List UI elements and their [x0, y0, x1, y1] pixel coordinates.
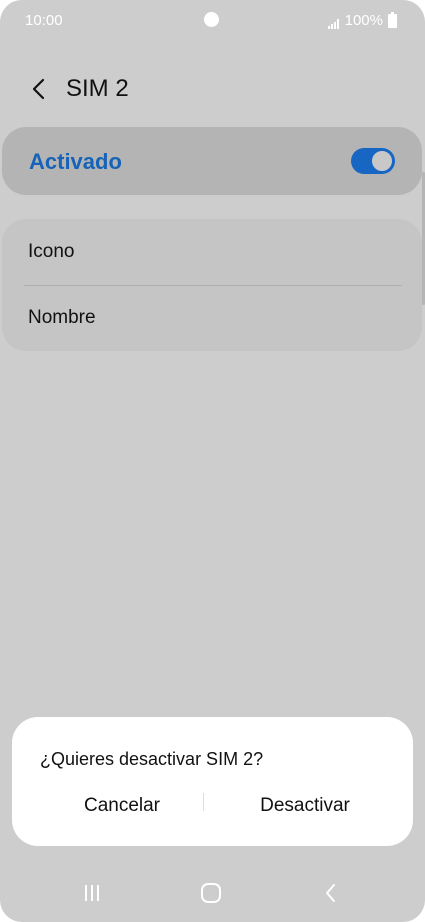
nav-back-button[interactable] — [311, 878, 351, 908]
screen: 10:00 100% SIM 2 Activado Icono Nombre ¿… — [0, 0, 425, 922]
activated-label: Activado — [29, 149, 122, 174]
status-bar: 10:00 100% — [0, 0, 425, 40]
settings-list: Icono Nombre — [2, 219, 422, 351]
chevron-left-icon — [32, 78, 45, 100]
list-item-label: Nombre — [28, 307, 96, 328]
back-button[interactable] — [22, 72, 56, 106]
page-title: SIM 2 — [66, 75, 129, 102]
deactivate-button[interactable]: Desactivar — [215, 789, 395, 823]
camera-cutout — [204, 12, 219, 27]
list-item-label: Icono — [28, 241, 75, 262]
recents-icon — [85, 885, 99, 901]
dialog-message: ¿Quieres desactivar SIM 2? — [40, 749, 264, 769]
list-item-name[interactable]: Nombre — [2, 285, 422, 351]
signal-icon — [327, 16, 340, 29]
activated-row[interactable]: Activado — [2, 127, 422, 195]
header: SIM 2 — [0, 62, 425, 118]
back-icon — [326, 884, 335, 902]
deactivate-dialog: ¿Quieres desactivar SIM 2? Cancelar Desa… — [12, 717, 413, 846]
nav-recents-button[interactable] — [72, 878, 112, 908]
activated-toggle[interactable] — [351, 148, 395, 174]
toggle-knob — [370, 149, 394, 173]
cancel-button[interactable]: Cancelar — [32, 789, 212, 823]
nav-home-button[interactable] — [191, 878, 231, 908]
battery-icon — [388, 11, 397, 28]
status-time: 10:00 — [25, 12, 63, 29]
dialog-divider — [203, 793, 204, 811]
list-item-icon[interactable]: Icono — [2, 219, 422, 285]
battery-percent: 100% — [344, 12, 383, 29]
navigation-bar — [0, 862, 425, 922]
home-icon — [201, 883, 221, 903]
status-icons: 100% — [327, 11, 397, 29]
